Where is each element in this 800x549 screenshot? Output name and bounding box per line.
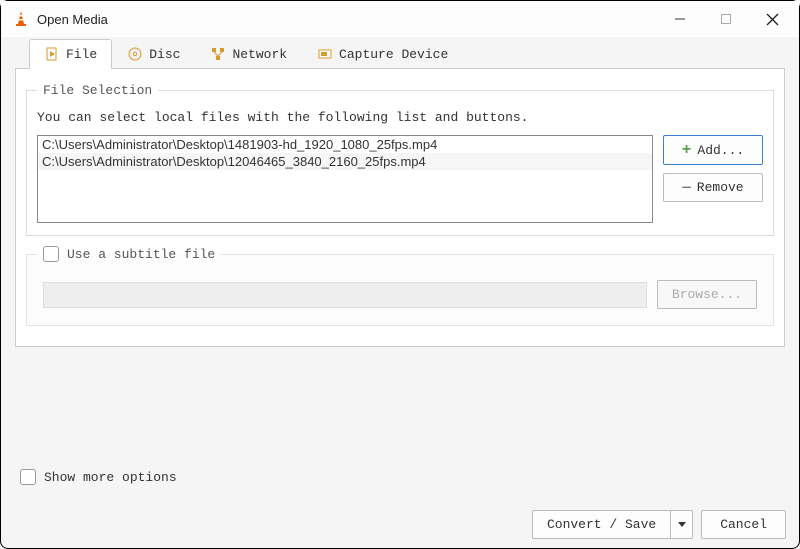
cancel-label: Cancel bbox=[720, 517, 767, 532]
tab-disc[interactable]: Disc bbox=[112, 39, 195, 69]
tab-network-label: Network bbox=[232, 47, 287, 62]
list-item[interactable]: C:\Users\Administrator\Desktop\12046465_… bbox=[38, 153, 652, 170]
vlc-cone-icon bbox=[13, 11, 29, 27]
dialog-footer: Convert / Save Cancel bbox=[532, 510, 786, 539]
tab-file-label: File bbox=[66, 47, 97, 62]
tabs: File Disc Network Capture Device bbox=[29, 39, 785, 69]
subtitle-label: Use a subtitle file bbox=[67, 247, 215, 262]
show-more-label: Show more options bbox=[44, 470, 177, 485]
network-icon bbox=[210, 46, 226, 62]
convert-save-label: Convert / Save bbox=[547, 517, 656, 532]
browse-button: Browse... bbox=[657, 280, 757, 309]
file-selection-description: You can select local files with the foll… bbox=[37, 110, 763, 125]
subtitle-checkbox[interactable] bbox=[43, 246, 59, 262]
tab-file[interactable]: File bbox=[29, 39, 112, 69]
file-panel: File Selection You can select local file… bbox=[15, 68, 785, 347]
tab-disc-label: Disc bbox=[149, 47, 180, 62]
tab-capture-label: Capture Device bbox=[339, 47, 448, 62]
plus-icon: + bbox=[682, 142, 692, 158]
remove-button[interactable]: — Remove bbox=[663, 173, 763, 202]
file-list[interactable]: C:\Users\Administrator\Desktop\1481903-h… bbox=[37, 135, 653, 223]
file-selection-group: File Selection You can select local file… bbox=[26, 83, 774, 236]
show-more-row: Show more options bbox=[20, 469, 177, 485]
titlebar: Open Media bbox=[1, 1, 799, 37]
close-button[interactable] bbox=[749, 3, 795, 35]
convert-split-button: Convert / Save bbox=[532, 510, 693, 539]
subtitle-group: Use a subtitle file Browse... bbox=[26, 246, 774, 326]
disc-icon bbox=[127, 46, 143, 62]
minus-icon: — bbox=[682, 181, 690, 195]
capture-icon bbox=[317, 46, 333, 62]
convert-dropdown-button[interactable] bbox=[671, 510, 693, 539]
tab-capture[interactable]: Capture Device bbox=[302, 39, 463, 69]
add-button-label: Add... bbox=[697, 143, 744, 158]
maximize-button[interactable] bbox=[703, 3, 749, 35]
file-icon bbox=[44, 46, 60, 62]
window-controls bbox=[657, 3, 795, 35]
chevron-down-icon bbox=[678, 522, 686, 527]
show-more-checkbox[interactable] bbox=[20, 469, 36, 485]
minimize-button[interactable] bbox=[657, 3, 703, 35]
file-selection-legend: File Selection bbox=[37, 83, 158, 98]
browse-button-label: Browse... bbox=[672, 287, 742, 302]
remove-button-label: Remove bbox=[697, 180, 744, 195]
window-title: Open Media bbox=[37, 12, 657, 27]
subtitle-path-input bbox=[43, 282, 647, 308]
list-item[interactable]: C:\Users\Administrator\Desktop\1481903-h… bbox=[38, 136, 652, 153]
tab-network[interactable]: Network bbox=[195, 39, 302, 69]
cancel-button[interactable]: Cancel bbox=[701, 510, 786, 539]
convert-save-button[interactable]: Convert / Save bbox=[532, 510, 671, 539]
add-button[interactable]: + Add... bbox=[663, 135, 763, 165]
